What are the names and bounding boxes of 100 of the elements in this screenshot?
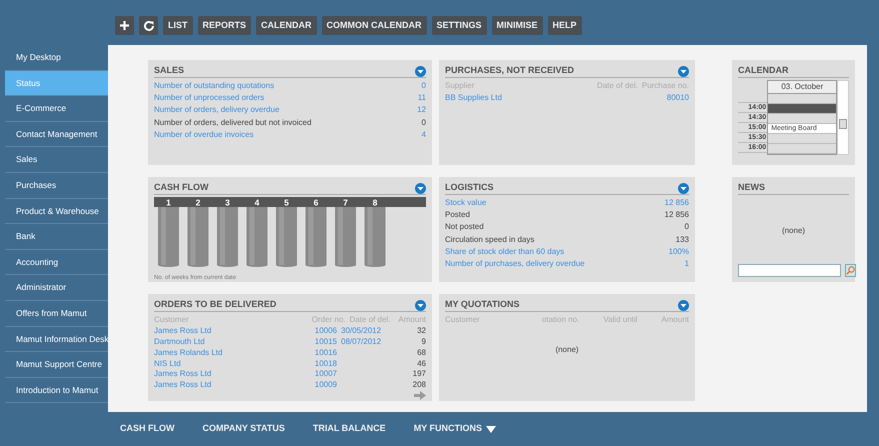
link[interactable]: 12 856 — [664, 197, 689, 210]
collapse-icon[interactable] — [678, 300, 689, 310]
value: 208 — [412, 380, 426, 391]
nav-link[interactable]: MY FUNCTIONS — [414, 422, 496, 436]
week-label: 6 — [314, 198, 318, 208]
panel-title: LOGISTICS — [445, 181, 494, 194]
link[interactable]: Number of purchases, delivery overdue — [445, 258, 585, 270]
add-button[interactable] — [115, 16, 134, 35]
empty-message: (none) — [782, 224, 806, 236]
link[interactable]: 10006 — [307, 326, 337, 337]
value: 0 — [422, 116, 426, 129]
value: 32 — [416, 326, 426, 337]
link[interactable]: 10015 — [307, 336, 337, 348]
panel-title: SALES — [154, 64, 184, 78]
sidebar-item[interactable]: Status — [5, 70, 108, 96]
link[interactable]: Share of stock older than 60 days — [445, 246, 564, 258]
toolbar-button[interactable]: LIST — [163, 16, 192, 35]
date-header: 03. October — [768, 81, 836, 94]
value: 133 — [676, 234, 689, 246]
link[interactable]: 80010 — [666, 92, 689, 104]
cylinder-bar — [158, 207, 179, 267]
link[interactable]: Number of overdue invoices — [154, 128, 254, 141]
toolbar-button[interactable]: MINIMISE — [492, 16, 543, 35]
cylinder-bar — [188, 207, 208, 267]
search-button[interactable] — [845, 264, 856, 277]
panel-title: CASH FLOW — [154, 181, 208, 194]
nav-link[interactable]: CASH FLOW — [120, 422, 174, 436]
week-label: 5 — [284, 198, 289, 208]
link[interactable]: James Ross Ltd — [154, 369, 307, 380]
sidebar-item[interactable]: Mamut Information Desk — [5, 326, 108, 352]
value: 68 — [416, 348, 426, 359]
collapse-icon[interactable] — [678, 182, 689, 194]
panel-title: NEWS — [738, 181, 765, 194]
scrollbar[interactable] — [837, 80, 850, 155]
panel-title: CALENDAR — [738, 64, 788, 78]
value: 0 — [684, 221, 689, 234]
week-label: 1 — [166, 198, 171, 208]
link[interactable]: 0 — [422, 80, 426, 92]
collapse-icon[interactable] — [415, 182, 426, 194]
cylinder-bar — [364, 207, 386, 267]
link[interactable]: Number of unprocessed orders — [154, 92, 264, 104]
value: 12 856 — [664, 209, 689, 222]
cylinder-bar — [306, 207, 326, 267]
label: Circulation speed in days — [445, 234, 534, 246]
link[interactable]: Number of orders, delivery overdue — [154, 104, 280, 117]
week-label: 8 — [372, 198, 378, 208]
sidebar-item[interactable]: Introduction to Mamut — [5, 378, 108, 404]
label: Number of orders, delivered but not invoiced — [154, 116, 312, 129]
collapse-icon[interactable] — [415, 66, 426, 76]
link[interactable]: 10007 — [307, 369, 337, 380]
link[interactable]: NIS Ltd — [154, 358, 307, 370]
link[interactable]: 1 — [684, 258, 689, 270]
toolbar-button[interactable]: HELP — [548, 16, 582, 35]
link[interactable]: 10018 — [307, 358, 337, 370]
label: Posted — [445, 209, 470, 222]
link[interactable]: Number of outstanding quotations — [154, 80, 274, 92]
week-label: 4 — [254, 198, 260, 208]
link[interactable]: James Ross Ltd — [154, 380, 307, 391]
value: 197 — [412, 369, 426, 380]
plus-icon — [120, 21, 129, 30]
panel-title: MY QUOTATIONS — [445, 298, 520, 312]
value: 46 — [416, 358, 426, 370]
link[interactable]: 100% — [668, 246, 689, 258]
link[interactable]: BB Supplies Ltd — [445, 92, 502, 104]
link[interactable]: 11 — [418, 92, 426, 104]
link[interactable]: 4 — [422, 128, 426, 141]
link[interactable]: 30/05/2012 — [341, 326, 386, 337]
link[interactable]: 12 — [417, 104, 426, 117]
week-label: 7 — [343, 198, 348, 208]
link[interactable]: Dartmouth Ltd — [154, 336, 307, 348]
link[interactable]: 08/07/2012 — [341, 336, 386, 348]
empty-message: (none) — [555, 344, 579, 356]
value: 9 — [420, 336, 426, 348]
search-field[interactable] — [738, 264, 841, 277]
caret-icon — [486, 426, 496, 432]
search-icon — [846, 266, 855, 275]
busy-slot[interactable] — [768, 104, 836, 114]
link[interactable]: Stock value — [445, 197, 486, 210]
link[interactable]: James Rolands Ltd — [154, 348, 307, 359]
panel-title: ORDERS TO BE DELIVERED — [154, 298, 276, 312]
nav-link[interactable]: TRIAL BALANCE — [312, 422, 386, 436]
collapse-icon[interactable] — [415, 300, 426, 310]
panel-title: PURCHASES, NOT RECEIVED — [445, 64, 574, 78]
sidebar-item[interactable]: Product & Warehouse — [5, 198, 108, 224]
link[interactable]: James Ross Ltd — [154, 326, 307, 337]
toolbar-button[interactable]: CALENDAR — [256, 16, 317, 35]
toolbar-button[interactable]: REPORTS — [198, 16, 252, 35]
cylinder-bar — [246, 207, 268, 267]
refresh-button[interactable] — [139, 16, 158, 35]
toolbar-button[interactable]: COMMON CALENDAR — [322, 16, 427, 35]
cylinder-bar — [335, 207, 356, 267]
label: Not posted — [445, 221, 484, 234]
link[interactable]: 10016 — [307, 348, 337, 359]
nav-link[interactable]: COMPANY STATUS — [202, 422, 285, 436]
toolbar-button[interactable]: SETTINGS — [432, 16, 487, 35]
link[interactable]: 10009 — [307, 380, 337, 391]
cylinder-bar — [217, 207, 238, 267]
week-label: 2 — [196, 198, 200, 208]
cylinder-bar — [276, 207, 297, 267]
collapse-icon[interactable] — [678, 66, 689, 76]
